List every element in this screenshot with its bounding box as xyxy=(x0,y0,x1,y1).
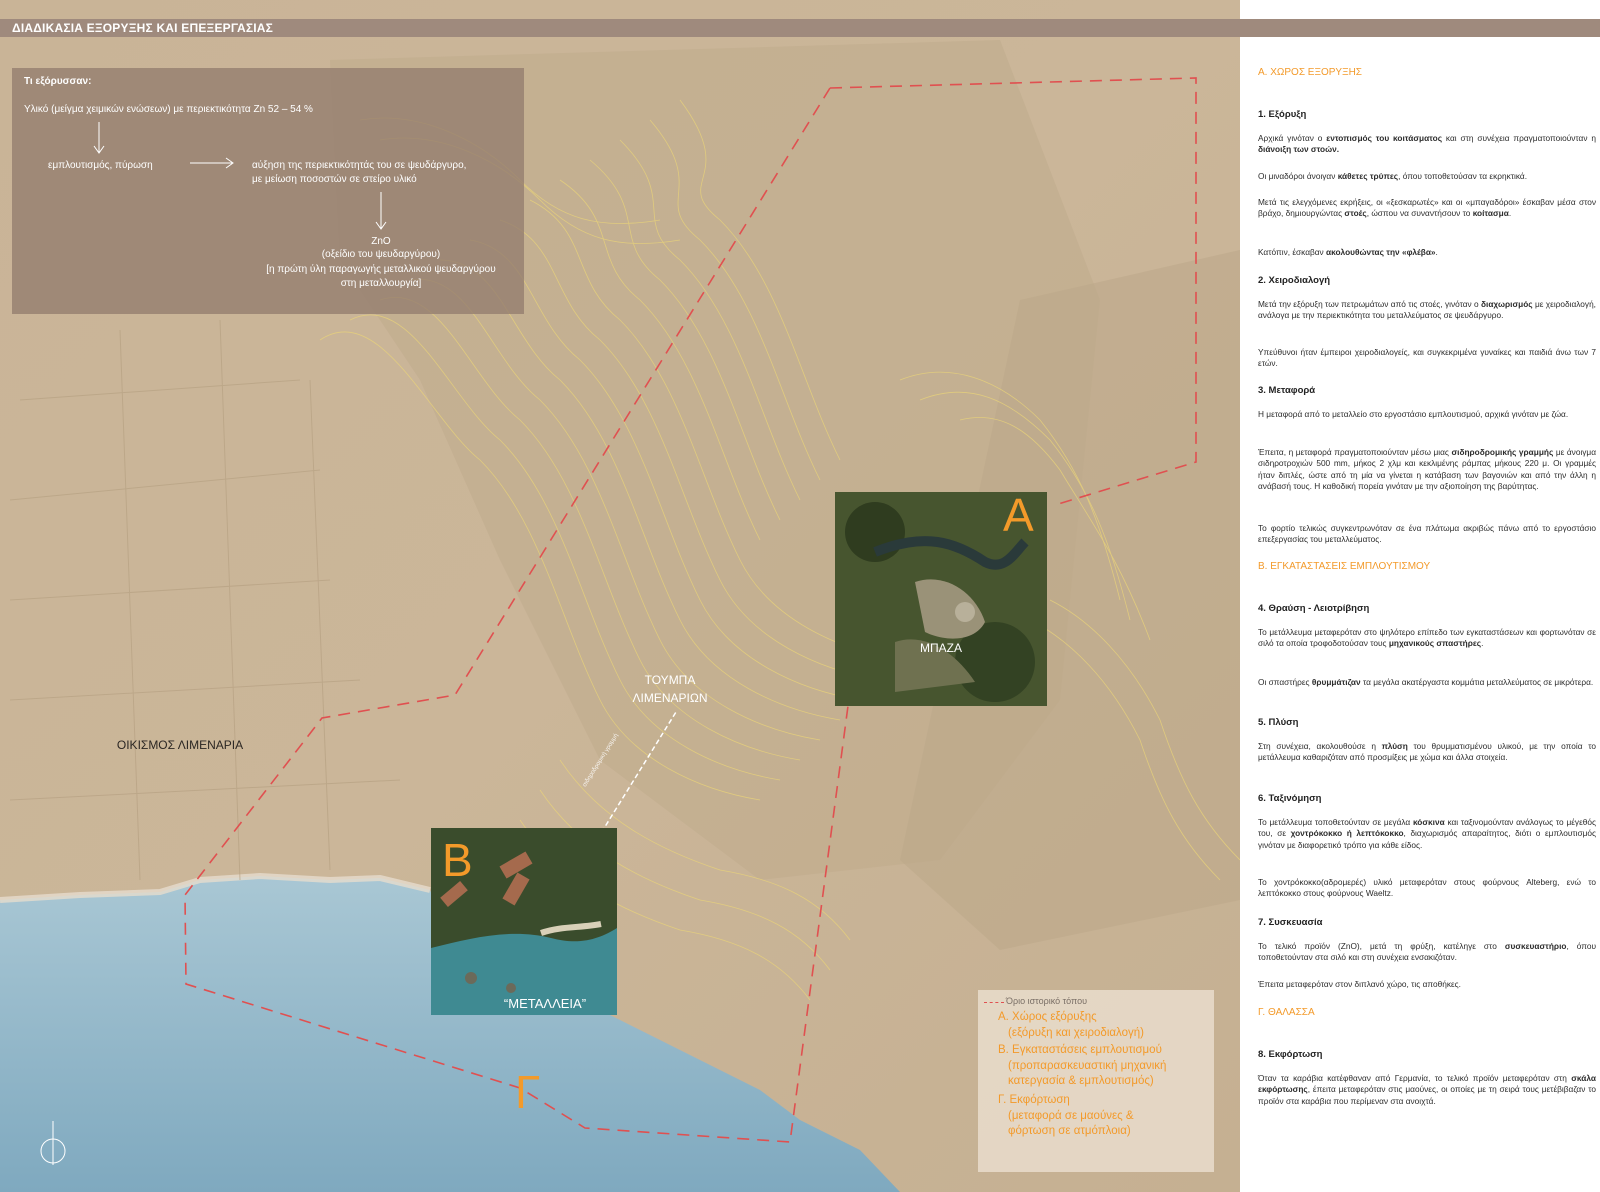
legend-item-a: Α. Χώρος εξόρυξης (εξόρυξη και χειροδιαλ… xyxy=(998,1010,1144,1041)
description-panel: Α. ΧΩΡΟΣ ΕΞΟΡΥΞΗΣ 1. Εξόρυξη Αρχικά γινό… xyxy=(1240,37,1600,1192)
legend-a-title: Α. Χώρος εξόρυξης xyxy=(998,1011,1097,1023)
page-title: ΔΙΑΔΙΚΑΣΙΑ ΕΞΟΡΥΞΗΣ ΚΑΙ ΕΠΕΞΕΡΓΑΣΙΑΣ xyxy=(12,21,274,35)
header-bar: ΔΙΑΔΙΚΑΣΙΑ ΕΞΟΡΥΞΗΣ ΚΑΙ ΕΠΕΞΕΡΓΑΣΙΑΣ xyxy=(0,19,1600,37)
aerial-map: Τι εξόρυσσαν: Υλικό (μείγμα χειμικών ενώ… xyxy=(0,0,1240,1192)
step3-para1: Η μεταφορά από το μεταλλείο στο εργοστάσ… xyxy=(1258,409,1569,419)
step1-para2: Οι μιναδόροι άνοιγαν κάθετες τρύπες, όπο… xyxy=(1258,171,1527,181)
arrow-down-icon xyxy=(375,192,387,230)
info-product: ZnO xyxy=(371,236,391,247)
info-product-line3: στη μεταλλουργία] xyxy=(340,278,422,289)
letter-b: Β xyxy=(442,834,473,886)
step2-para2: Υπεύθυνοι ήταν έμπειροι χειροδιαλογείς, … xyxy=(1258,347,1596,369)
north-arrow-icon xyxy=(40,1121,66,1165)
step3-para3: Το φορτίο τελικώς συγκεντρωνόταν σε ένα … xyxy=(1258,523,1596,545)
step6-heading: 6. Ταξινόμηση xyxy=(1258,793,1322,804)
step1-para4: Κατόπιν, έσκαβαν ακολουθώντας την «φλέβα… xyxy=(1258,247,1438,257)
arrow-down-icon xyxy=(93,122,105,154)
legend-a-desc: (εξόρυξη και χειροδιαλογή) xyxy=(1008,1026,1144,1039)
legend-header: Όριο ιστορικό τόπου xyxy=(1006,996,1088,1006)
info-step2-line1: αύξηση της περιεκτικότητάς του σε ψευδάρ… xyxy=(252,160,467,171)
hill-label-line1: ΤΟΥΜΠΑ xyxy=(644,673,696,687)
step8-para1: Όταν τα καράβια κατέφθαναν από Γερμανία,… xyxy=(1258,1073,1596,1106)
step7-para2: Έπειτα μεταφερόταν στον διπλανό χώρο, τι… xyxy=(1258,979,1461,989)
legend-c-desc2: φόρτωση σε ατμόπλοια) xyxy=(1008,1125,1131,1137)
letter-c: Γ xyxy=(515,1066,541,1118)
section-b-heading: Β. ΕΓΚΑΤΑΣΤΑΣΕΙΣ ΕΜΠΛΟΥΤΙΣΜΟΥ xyxy=(1258,561,1431,572)
letter-a: Α xyxy=(1003,489,1034,541)
step1-para1: Αρχικά γινόταν ο εντοπισμός του κοιτάσμα… xyxy=(1258,133,1596,155)
step8-heading: 8. Εκφόρτωση xyxy=(1258,1049,1323,1060)
info-material: Υλικό (μείγμα χειμικών ενώσεων) με περιε… xyxy=(24,104,313,115)
step2-para1: Μετά την εξόρυξη των πετρωμάτων από τις … xyxy=(1258,299,1596,321)
step7-heading: 7. Συσκευασία xyxy=(1258,917,1323,928)
legend-item-c: Γ. Εκφόρτωση (μεταφορά σε μαούνες & φόρτ… xyxy=(998,1093,1134,1140)
step4-para1: Το μετάλλευμα μεταφερόταν στο ψηλότερο ε… xyxy=(1258,627,1596,649)
section-a-heading: Α. ΧΩΡΟΣ ΕΞΟΡΥΞΗΣ xyxy=(1258,67,1362,78)
legend-item-b: Β. Εγκαταστάσεις εμπλουτισμού (προπαρασκ… xyxy=(998,1043,1166,1090)
legend-c-desc1: (μεταφορά σε μαούνες & xyxy=(1008,1109,1134,1122)
info-step2-line2: με μείωση ποσοστών σε στείρο υλικό xyxy=(252,174,417,185)
hill-label-line2: ΛΙΜΕΝΑΡΙΩΝ xyxy=(632,691,708,705)
site-a-label: ΜΠΑΖΑ xyxy=(920,641,962,655)
step7-para1: Το τελικό προϊόν (ZnO), μετά τη φρύξη, κ… xyxy=(1258,941,1596,963)
legend-c-title: Γ. Εκφόρτωση xyxy=(998,1094,1070,1106)
legend-boundary-line xyxy=(984,1002,1004,1003)
step3-para2: Έπειτα, η μεταφορά πραγματοποιούνταν μέσ… xyxy=(1258,447,1597,491)
step1-para3: Μετά τις ελεγχόμενες εκρήξεις, οι «ξεσκα… xyxy=(1258,197,1596,219)
step6-para2: Το χοντρόκοκκο(αδρομερές) υλικό μεταφερό… xyxy=(1258,877,1596,899)
site-b-label: “ΜΕΤΑΛΛΕΙΑ” xyxy=(503,996,587,1011)
map-legend: Όριο ιστορικό τόπου Α. Χώρος εξόρυξης (ε… xyxy=(978,990,1214,1172)
legend-b-desc1: (προπαρασκευαστική μηχανική xyxy=(1008,1059,1167,1072)
section-c-heading: Γ. ΘΑΛΑΣΣΑ xyxy=(1258,1007,1315,1018)
step2-heading: 2. Χειροδιαλογή xyxy=(1258,275,1331,286)
extraction-info-box: Τι εξόρυσσαν: Υλικό (μείγμα χειμικών ενώ… xyxy=(12,68,524,314)
info-product-line2: [η πρώτη ύλη παραγωγής μεταλλικού ψευδαρ… xyxy=(266,264,496,275)
legend-b-title: Β. Εγκαταστάσεις εμπλουτισμού xyxy=(998,1044,1162,1056)
step1-heading: 1. Εξόρυξη xyxy=(1258,109,1307,120)
settlement-label: ΟΙΚΙΣΜΟΣ ΛΙΜΕΝΑΡΙΑ xyxy=(116,738,244,752)
step5-heading: 5. Πλύση xyxy=(1258,717,1299,728)
step4-heading: 4. Θραύση - Λειοτρίβηση xyxy=(1258,603,1370,614)
info-title: Τι εξόρυσσαν: xyxy=(24,76,92,87)
arrow-right-icon xyxy=(190,157,234,169)
info-step1: εμπλουτισμός, πύρωση xyxy=(48,160,153,171)
step6-para1: Το μετάλλευμα τοποθετούνταν σε μεγάλα κό… xyxy=(1258,817,1596,850)
info-product-line1: (οξείδιο του ψευδαργύρου) xyxy=(321,249,441,260)
step4-para2: Οι σπαστήρες θρυμμάτιζαν τα μεγάλα ακατέ… xyxy=(1258,677,1594,687)
step5-para1: Στη συνέχεια, ακολουθούσε η πλύση του θρ… xyxy=(1258,741,1596,763)
legend-b-desc2: κατεργασία & εμπλουτισμός) xyxy=(1008,1075,1154,1087)
step3-heading: 3. Μεταφορά xyxy=(1258,385,1316,396)
